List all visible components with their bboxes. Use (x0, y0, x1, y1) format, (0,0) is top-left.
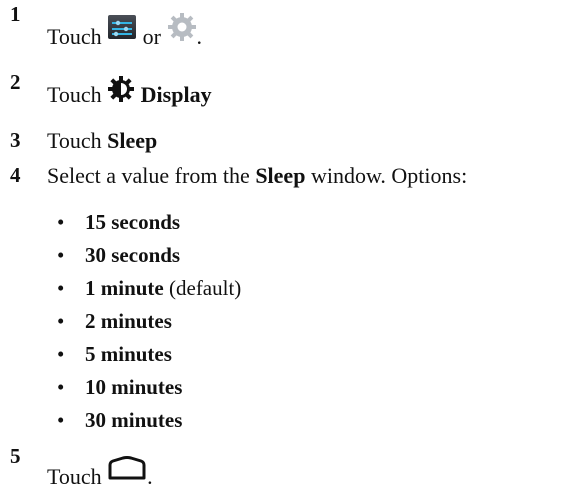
bullet: • (57, 210, 65, 234)
list-item: • 30 minutes (57, 408, 182, 433)
quick-settings-icon[interactable] (107, 14, 137, 46)
list-item: • 1 minute (default) (57, 276, 241, 301)
step-text: Select a value from the (47, 163, 250, 188)
bullet: • (57, 243, 65, 267)
home-icon[interactable] (107, 455, 147, 486)
list-item: • 10 minutes (57, 375, 182, 400)
step-number: 1 (10, 2, 21, 26)
option-label: 30 minutes (85, 408, 183, 432)
step-bold-label: Sleep (107, 128, 158, 153)
step-text: Touch (47, 464, 102, 489)
step-text: Touch (47, 24, 102, 49)
list-item: • 5 minutes (57, 342, 172, 367)
step-bold-label: Sleep (255, 163, 306, 188)
settings-gear-icon[interactable] (167, 12, 197, 48)
option-label: 2 minutes (85, 309, 172, 333)
bullet: • (57, 276, 65, 300)
step-text-end: . (147, 464, 153, 489)
list-item: • 30 seconds (57, 243, 180, 268)
step-text-end: window. Options: (310, 163, 468, 188)
step-text-or: or (142, 24, 161, 49)
option-label: 10 minutes (85, 375, 183, 399)
option-label: 1 minute (85, 276, 164, 300)
step-number: 5 (10, 444, 21, 468)
option-label: 30 seconds (85, 243, 181, 267)
step-text: Touch (47, 82, 102, 107)
option-note: (default) (169, 276, 242, 300)
display-brightness-icon[interactable] (107, 75, 135, 109)
bullet: • (57, 342, 65, 366)
list-item: • 15 seconds (57, 210, 180, 235)
step-bold-label: Display (140, 82, 212, 107)
list-item: • 2 minutes (57, 309, 172, 334)
bullet: • (57, 375, 65, 399)
step-text-end: . (196, 24, 203, 49)
step-number: 3 (10, 128, 21, 152)
step-number: 4 (10, 163, 21, 187)
step-text: Touch (47, 128, 102, 153)
bullet: • (57, 408, 65, 432)
option-label: 5 minutes (85, 342, 172, 366)
bullet: • (57, 309, 65, 333)
step-number: 2 (10, 70, 21, 94)
option-label: 15 seconds (85, 210, 181, 234)
